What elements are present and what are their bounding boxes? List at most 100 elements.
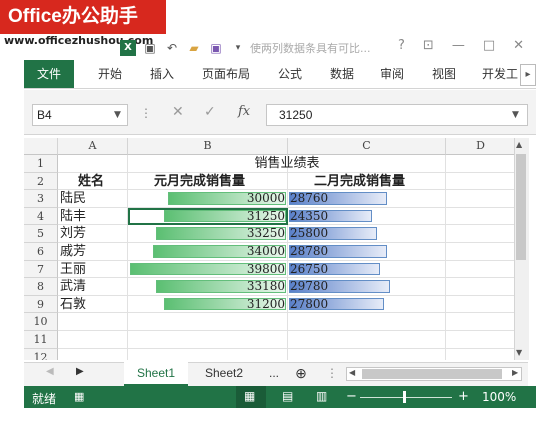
normal-view-icon[interactable]: ▦ bbox=[244, 389, 255, 403]
maximize-button[interactable]: □ bbox=[483, 38, 495, 53]
cell-d6[interactable] bbox=[446, 243, 514, 261]
row-header-2[interactable]: 2 bbox=[24, 172, 58, 191]
cell-c2[interactable]: 二月完成销售量 bbox=[288, 172, 446, 191]
cell-d2[interactable] bbox=[446, 173, 514, 191]
row-header-6[interactable]: 6 bbox=[24, 243, 58, 261]
tab-data[interactable]: 数据 bbox=[330, 60, 354, 88]
row-header-7[interactable]: 7 bbox=[24, 260, 58, 279]
tab-insert[interactable]: 插入 bbox=[150, 60, 174, 88]
cell-a7[interactable]: 王丽 bbox=[58, 260, 128, 279]
cell-d4[interactable] bbox=[446, 208, 514, 226]
scroll-right-icon[interactable]: ▶ bbox=[512, 368, 518, 377]
tab-developer[interactable]: 开发工 bbox=[482, 60, 518, 88]
row-header-8[interactable]: 8 bbox=[24, 278, 58, 296]
row-header-11[interactable]: 11 bbox=[24, 331, 58, 349]
cell-c6[interactable]: 28780 bbox=[288, 243, 446, 261]
cell-a3[interactable]: 陆民 bbox=[58, 190, 128, 208]
row-header-12[interactable]: 12 bbox=[24, 348, 58, 360]
column-header-b[interactable]: B bbox=[128, 138, 288, 155]
folder-icon[interactable]: ▰ bbox=[186, 40, 202, 56]
save-as-icon[interactable]: ▣ bbox=[208, 40, 224, 56]
tab-page-layout[interactable]: 页面布局 bbox=[202, 60, 250, 88]
cell-d12[interactable] bbox=[446, 349, 514, 360]
expand-formula-bar-icon[interactable]: ▼ bbox=[512, 104, 519, 126]
cell-b12[interactable] bbox=[128, 348, 288, 360]
tab-view[interactable]: 视图 bbox=[432, 60, 456, 88]
cell-d5[interactable] bbox=[446, 225, 514, 243]
next-sheet-icon[interactable]: ▶ bbox=[76, 366, 84, 377]
cell-b4-selected[interactable]: 31250 bbox=[128, 207, 288, 226]
cell-a8[interactable]: 武清 bbox=[58, 278, 128, 296]
cell-d7[interactable] bbox=[446, 261, 514, 279]
cell-b3[interactable]: 30000 bbox=[128, 190, 288, 208]
cell-c5[interactable]: 25800 bbox=[288, 225, 446, 243]
close-button[interactable]: ✕ bbox=[513, 38, 524, 53]
scroll-up-icon[interactable]: ▲ bbox=[516, 140, 522, 149]
tab-formulas[interactable]: 公式 bbox=[278, 60, 302, 88]
help-button[interactable]: ? bbox=[398, 38, 405, 53]
cell-c3[interactable]: 28760 bbox=[288, 190, 446, 208]
page-layout-view-icon[interactable]: ▤ bbox=[282, 389, 293, 403]
zoom-in-button[interactable]: + bbox=[458, 389, 469, 404]
cell-c7[interactable]: 26750 bbox=[288, 260, 446, 279]
minimize-button[interactable]: — bbox=[452, 38, 465, 53]
cell-c9[interactable]: 27800 bbox=[288, 295, 446, 314]
cell-b10[interactable] bbox=[128, 313, 288, 331]
cell-b5[interactable]: 33250 bbox=[128, 225, 288, 243]
cell-b9[interactable]: 31200 bbox=[128, 295, 288, 314]
cell-a11[interactable] bbox=[58, 331, 128, 349]
column-header-a[interactable]: A bbox=[58, 138, 128, 155]
scroll-left-icon[interactable]: ◀ bbox=[349, 368, 355, 377]
cell-a12[interactable] bbox=[58, 348, 128, 360]
name-box-dropdown-icon[interactable]: ▼ bbox=[114, 104, 128, 126]
select-all-corner[interactable] bbox=[24, 138, 58, 155]
row-header-9[interactable]: 9 bbox=[24, 295, 58, 314]
row-header-4[interactable]: 4 bbox=[24, 207, 58, 226]
save-icon[interactable]: ▣ bbox=[142, 40, 158, 56]
row-header-5[interactable]: 5 bbox=[24, 225, 58, 243]
cell-b7[interactable]: 39800 bbox=[128, 260, 288, 279]
cell-c11[interactable] bbox=[288, 331, 446, 349]
tab-file[interactable]: 文件 bbox=[24, 60, 74, 88]
sheet-tab-sheet2[interactable]: Sheet2 bbox=[194, 362, 254, 384]
page-break-view-icon[interactable]: ▥ bbox=[316, 389, 327, 403]
formula-input[interactable]: 31250 bbox=[266, 104, 528, 126]
tab-home[interactable]: 开始 bbox=[98, 60, 122, 88]
add-sheet-button[interactable]: ⊕ bbox=[290, 362, 312, 384]
cell-a9[interactable]: 石敦 bbox=[58, 295, 128, 314]
enter-icon[interactable]: ✓ bbox=[204, 104, 216, 120]
cell-a10[interactable] bbox=[58, 313, 128, 331]
cell-c4[interactable]: 24350 bbox=[288, 207, 446, 226]
sheet-tab-sheet1[interactable]: Sheet1 bbox=[124, 362, 188, 386]
cell-d3[interactable] bbox=[446, 190, 514, 208]
column-header-d[interactable]: D bbox=[446, 138, 514, 155]
cell-a2[interactable]: 姓名 bbox=[58, 172, 128, 191]
cell-c8[interactable]: 29780 bbox=[288, 278, 446, 296]
ribbon-scroll-button[interactable]: ▸ bbox=[520, 64, 536, 86]
insert-function-icon[interactable]: fx bbox=[238, 104, 250, 119]
cell-a4[interactable]: 陆丰 bbox=[58, 207, 128, 226]
zoom-slider-track[interactable] bbox=[360, 397, 452, 398]
cell-a6[interactable]: 戚芳 bbox=[58, 243, 128, 261]
cell-b6[interactable]: 34000 bbox=[128, 243, 288, 261]
tab-split-grip-icon[interactable]: ⋮ bbox=[326, 366, 338, 380]
cell-d8[interactable] bbox=[446, 278, 514, 296]
cell-d10[interactable] bbox=[446, 313, 514, 331]
zoom-out-button[interactable]: − bbox=[346, 389, 357, 404]
vertical-scroll-thumb[interactable] bbox=[516, 154, 526, 260]
tab-review[interactable]: 审阅 bbox=[380, 60, 404, 88]
cell-a5[interactable]: 刘芳 bbox=[58, 225, 128, 243]
scroll-down-icon[interactable]: ▼ bbox=[516, 348, 522, 357]
cell-c12[interactable] bbox=[288, 348, 446, 360]
cell-b2[interactable]: 元月完成销售量 bbox=[128, 172, 288, 191]
cell-d11[interactable] bbox=[446, 331, 514, 349]
prev-sheet-icon[interactable]: ◀ bbox=[46, 366, 54, 377]
horizontal-scroll-thumb[interactable] bbox=[362, 369, 502, 379]
cell-c10[interactable] bbox=[288, 313, 446, 331]
cell-b8[interactable]: 33180 bbox=[128, 278, 288, 296]
zoom-slider-thumb[interactable] bbox=[403, 391, 406, 403]
cancel-icon[interactable]: ✕ bbox=[172, 104, 184, 120]
column-header-c[interactable]: C bbox=[288, 138, 446, 155]
macro-record-icon[interactable]: ▦ bbox=[74, 390, 84, 403]
customize-qat-icon[interactable]: ▾ bbox=[230, 40, 246, 56]
